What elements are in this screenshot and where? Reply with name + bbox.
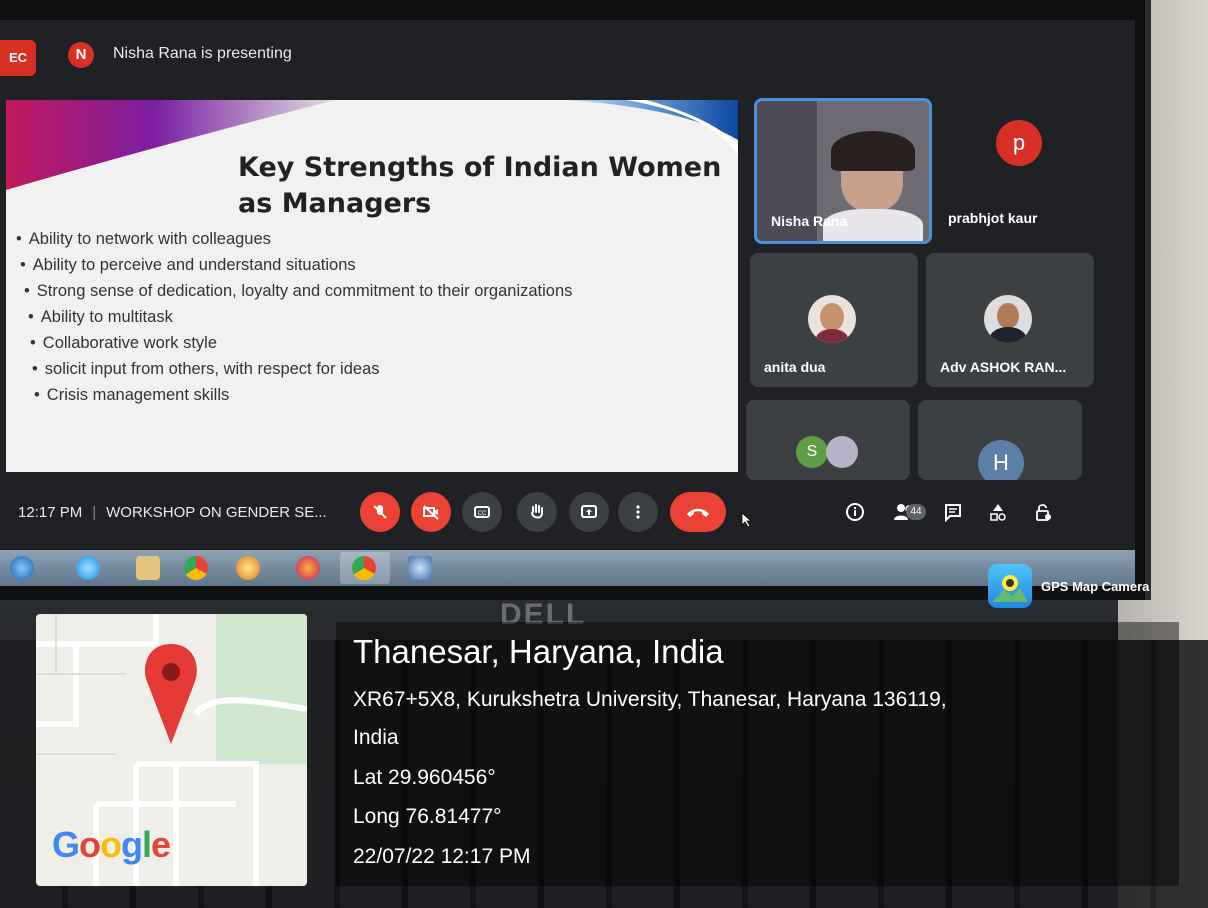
host-controls-button[interactable] <box>1031 500 1055 524</box>
internet-explorer-icon[interactable] <box>76 556 100 580</box>
location-longitude: Long 76.81477° <box>353 805 502 828</box>
slide-bullet-list: Ability to network with colleagues Abili… <box>16 226 573 408</box>
laptop-screen: EC N Nisha Rana is presenting Key Streng… <box>0 20 1135 586</box>
firefox-icon[interactable] <box>296 556 320 580</box>
slide-bullet: Ability to network with colleagues <box>16 226 572 252</box>
location-latitude: Lat 29.960456° <box>353 766 496 789</box>
gps-camera-logo-icon <box>988 564 1032 608</box>
hang-up-button[interactable] <box>670 492 726 532</box>
mouse-cursor-icon <box>741 512 753 528</box>
participant-tile-nisha-rana[interactable]: Nisha Rana <box>754 98 932 244</box>
info-icon <box>846 503 864 521</box>
presenter-hair <box>831 131 915 171</box>
host-controls-icon <box>1036 504 1051 521</box>
participant-tile-ashok-ran[interactable]: Adv ASHOK RAN... <box>926 253 1094 387</box>
participant-tile-group[interactable]: S <box>746 400 910 480</box>
meeting-title: WORKSHOP ON GENDER SE... <box>106 504 327 521</box>
location-address-country: India <box>353 726 399 749</box>
chat-button[interactable] <box>941 500 965 524</box>
participant-avatar: S <box>796 436 828 468</box>
raise-hand-icon <box>531 504 543 519</box>
slide-bullet: Strong sense of dedication, loyalty and … <box>24 278 573 304</box>
chat-icon <box>945 504 961 522</box>
participant-name: anita dua <box>764 359 826 375</box>
slide-bullet: Ability to perceive and understand situa… <box>20 252 572 278</box>
raise-hand-button[interactable] <box>517 492 557 532</box>
participant-tile-prabhjot-kaur[interactable]: p prabhjot kaur <box>934 98 1106 238</box>
file-explorer-icon[interactable] <box>136 556 160 580</box>
activities-button[interactable] <box>986 500 1010 524</box>
more-options-button[interactable] <box>618 492 658 532</box>
meeting-controls-bar: 12:17 PM | WORKSHOP ON GENDER SE... CC <box>0 482 1135 544</box>
laptop-bezel: EC N Nisha Rana is presenting Key Streng… <box>0 0 1151 600</box>
start-button-icon[interactable] <box>10 556 34 580</box>
app-window-icon[interactable] <box>408 556 432 580</box>
participant-name: Adv ASHOK RAN... <box>940 359 1067 375</box>
participant-avatar <box>808 295 856 343</box>
windows-taskbar <box>0 550 1135 586</box>
recording-indicator: EC <box>0 40 36 76</box>
gps-app-name: GPS Map Camera <box>1041 579 1150 594</box>
photo: DELL EC N Nisha Rana is presenting Key S… <box>0 0 1208 908</box>
presenter-avatar: N <box>68 42 94 68</box>
captions-button[interactable]: CC <box>462 492 502 532</box>
meeting-top-bar: EC N Nisha Rana is presenting <box>0 20 1135 90</box>
slide-bullet: Ability to multitask <box>28 304 572 330</box>
present-icon <box>581 505 597 518</box>
hang-up-icon <box>687 508 709 517</box>
participant-avatar: H <box>978 440 1024 480</box>
media-player-icon[interactable] <box>236 556 260 580</box>
svg-text:CC: CC <box>478 511 487 517</box>
participant-name: prabhjot kaur <box>948 210 1038 226</box>
more-options-icon <box>636 505 640 519</box>
participant-tile-h[interactable]: H <box>918 400 1082 480</box>
captions-icon: CC <box>474 506 490 518</box>
participant-avatar-photo <box>826 436 858 468</box>
presenter-status: Nisha Rana is presenting <box>113 45 292 62</box>
meeting-time: 12:17 PM <box>18 504 83 521</box>
presentation-slide: Key Strengths of Indian Women as Manager… <box>6 100 738 472</box>
present-button[interactable] <box>569 492 609 532</box>
location-map-thumbnail: Google <box>36 614 307 886</box>
slide-bullet: Collaborative work style <box>30 330 572 356</box>
activities-icon <box>990 504 1006 521</box>
participant-avatar <box>984 295 1032 343</box>
map-pin-icon <box>145 644 197 744</box>
camera-off-icon <box>423 505 439 520</box>
location-address: XR67+5X8, Kurukshetra University, Thanes… <box>353 688 947 711</box>
meeting-info: 12:17 PM | WORKSHOP ON GENDER SE... <box>18 504 327 521</box>
slide-title: Key Strengths of Indian Women as Manager… <box>238 152 722 219</box>
location-title: Thanesar, Haryana, India <box>353 633 724 670</box>
slide-bullet: Crisis management skills <box>34 382 572 408</box>
camera-off-button[interactable] <box>411 492 451 532</box>
participant-name: Nisha Rana <box>771 213 848 229</box>
mic-off-button[interactable] <box>360 492 400 532</box>
chrome-icon[interactable] <box>184 556 208 580</box>
gps-map-camera-badge: GPS Map Camera <box>988 564 1164 608</box>
participant-count-badge: 44 <box>906 504 926 520</box>
slide-bullet: solicit input from others, with respect … <box>32 356 572 382</box>
google-logo: Google <box>52 824 171 865</box>
location-datetime: 22/07/22 12:17 PM <box>353 845 531 868</box>
meeting-details-button[interactable] <box>843 500 867 524</box>
chrome-active-icon[interactable] <box>352 556 376 580</box>
participant-tile-anita-dua[interactable]: anita dua <box>750 253 918 387</box>
mic-off-icon <box>373 505 387 519</box>
participant-avatar: p <box>996 120 1042 166</box>
